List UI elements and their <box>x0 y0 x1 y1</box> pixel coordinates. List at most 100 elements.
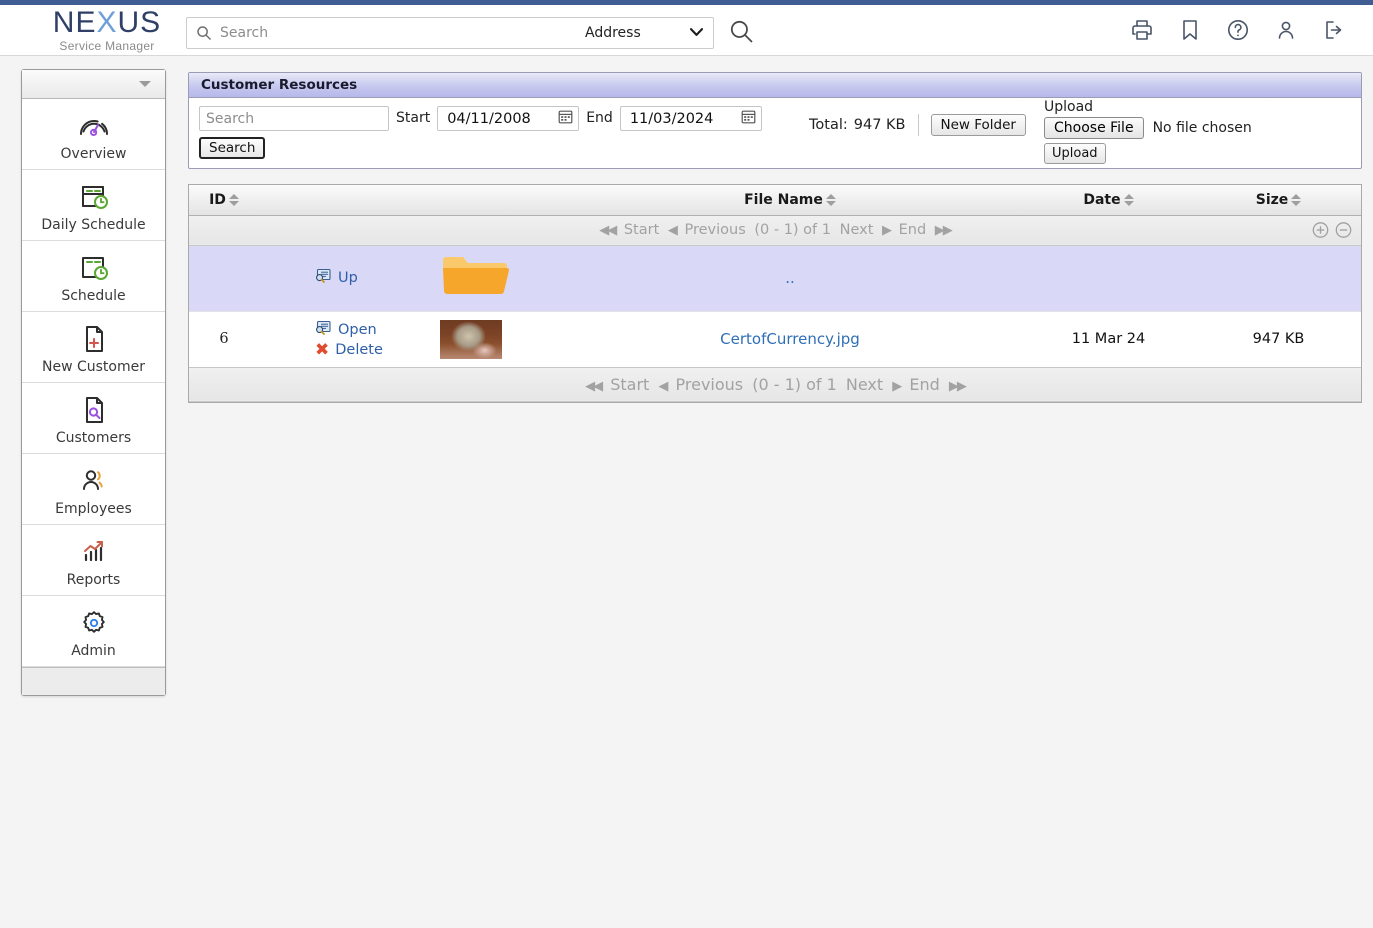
file-input-row[interactable]: Choose File No file chosen <box>1044 117 1252 139</box>
search-input[interactable] <box>218 19 559 47</box>
delete-x-icon: ✖ <box>315 339 330 360</box>
search-submit-button[interactable] <box>726 18 756 48</box>
sidebar-item-daily-schedule[interactable]: Daily Schedule <box>22 170 165 241</box>
people-icon <box>77 464 111 498</box>
sidebar-collapse-toggle[interactable] <box>22 70 165 99</box>
cell-date <box>1021 245 1196 311</box>
file-name-link[interactable]: CertofCurrency.jpg <box>720 330 860 348</box>
cell-thumbnail[interactable] <box>439 311 559 368</box>
global-search-bar[interactable]: Address <box>186 17 714 49</box>
logo-tagline: Service Manager <box>59 39 155 53</box>
first-page-icon[interactable]: ◀◀ <box>599 223 617 238</box>
zoom-in-icon[interactable] <box>1312 222 1329 239</box>
pager-start-link[interactable]: Start <box>624 222 659 238</box>
column-header-size[interactable]: Size <box>1196 185 1361 216</box>
next-icon[interactable]: ▶ <box>882 223 892 238</box>
document-plus-icon <box>78 322 110 356</box>
previous-icon[interactable]: ◀ <box>668 223 678 238</box>
calendar-clock-icon <box>77 180 111 214</box>
search-scope-select[interactable]: Address <box>559 19 709 47</box>
app-header: NEXUS Service Manager Address <box>0 5 1373 56</box>
sidebar-item-admin[interactable]: Admin <box>22 596 165 667</box>
new-folder-button[interactable]: New Folder <box>930 114 1026 136</box>
up-link-label: Up <box>338 270 358 286</box>
sort-arrows-icon[interactable] <box>228 193 239 206</box>
sidebar-nav: Overview Daily Schedule Schedule New Cus… <box>21 69 166 696</box>
sidebar-item-label: Customers <box>55 430 132 446</box>
gauge-icon <box>77 109 111 143</box>
logo-text-x: X <box>96 6 118 39</box>
user-icon[interactable] <box>1273 17 1299 43</box>
total-value: 947 KB <box>853 117 906 133</box>
chart-trend-icon <box>77 535 111 569</box>
last-page-icon[interactable]: ▶▶ <box>949 379 967 394</box>
start-date-input[interactable] <box>445 109 559 128</box>
pager-next-link[interactable]: Next <box>840 222 874 238</box>
document-search-icon <box>78 393 110 427</box>
choose-file-button[interactable]: Choose File <box>1044 117 1144 139</box>
sidebar-item-label: Employees <box>55 501 132 517</box>
column-header-date[interactable]: Date <box>1021 185 1196 216</box>
column-header-id[interactable]: ID <box>189 185 259 216</box>
pagination-top: ◀◀ Start ◀ Previous (0 - 1) of 1 Next ▶ … <box>189 214 1361 246</box>
calendar-icon[interactable] <box>558 109 573 128</box>
open-link[interactable]: Open <box>315 320 438 340</box>
next-icon[interactable]: ▶ <box>892 379 902 394</box>
pager-previous-link[interactable]: Previous <box>684 222 745 238</box>
search-scope-wrap[interactable]: Address <box>559 19 713 47</box>
end-date-label: End <box>586 110 613 126</box>
logout-icon[interactable] <box>1321 17 1347 43</box>
column-header-file-name[interactable]: File Name <box>559 185 1021 216</box>
sidebar-item-schedule[interactable]: Schedule <box>22 241 165 312</box>
cell-file-name[interactable]: CertofCurrency.jpg <box>559 311 1021 368</box>
table-row-up[interactable]: Up .. <box>189 245 1361 311</box>
header-action-icons <box>1129 17 1347 43</box>
last-page-icon[interactable]: ▶▶ <box>935 223 953 238</box>
resource-search-input[interactable] <box>199 106 389 131</box>
pager-range: (0 - 1) of 1 <box>754 222 831 238</box>
pager-start-link[interactable]: Start <box>610 375 649 394</box>
cell-id: 6 <box>189 311 259 368</box>
pager-previous-link[interactable]: Previous <box>676 375 744 394</box>
table-row[interactable]: 6 Open ✖ Delete CertofCurrency.jpg 11 Ma… <box>189 311 1361 368</box>
previous-icon[interactable]: ◀ <box>658 379 668 394</box>
print-icon[interactable] <box>1129 17 1155 43</box>
first-page-icon[interactable]: ◀◀ <box>585 379 603 394</box>
row-size-controls <box>1312 222 1352 239</box>
sidebar-item-customers[interactable]: Customers <box>22 383 165 454</box>
divider <box>917 114 919 136</box>
app-window: NEXUS Service Manager Address <box>0 0 1373 928</box>
sort-arrows-icon[interactable] <box>1123 193 1134 206</box>
up-link[interactable]: Up <box>315 268 438 288</box>
bookmark-icon[interactable] <box>1177 17 1203 43</box>
help-icon[interactable] <box>1225 17 1251 43</box>
pager-range: (0 - 1) of 1 <box>752 374 837 394</box>
pager-next-link[interactable]: Next <box>846 375 883 394</box>
start-date-field[interactable] <box>437 106 580 131</box>
end-date-field[interactable] <box>619 106 762 131</box>
calendar-clock-icon <box>77 251 111 285</box>
file-thumbnail-image[interactable] <box>440 319 502 359</box>
column-header-actions <box>259 185 439 216</box>
sidebar-item-label: Overview <box>60 146 127 162</box>
chosen-file-name: No file chosen <box>1152 120 1252 136</box>
cell-size <box>1196 245 1361 311</box>
pager-end-link[interactable]: End <box>909 375 939 394</box>
sidebar-item-overview[interactable]: Overview <box>22 99 165 170</box>
app-logo[interactable]: NEXUS Service Manager <box>22 6 192 53</box>
pager-end-link[interactable]: End <box>899 222 927 238</box>
delete-link[interactable]: ✖ Delete <box>315 339 438 360</box>
parent-directory-link[interactable]: .. <box>785 269 795 287</box>
search-button[interactable]: Search <box>199 137 266 159</box>
end-date-input[interactable] <box>627 109 741 128</box>
sidebar-item-reports[interactable]: Reports <box>22 525 165 596</box>
calendar-icon[interactable] <box>741 109 756 128</box>
sidebar-item-new-customer[interactable]: New Customer <box>22 312 165 383</box>
sort-arrows-icon[interactable] <box>1291 193 1302 206</box>
cell-file-name[interactable]: .. <box>559 245 1021 311</box>
sidebar-item-employees[interactable]: Employees <box>22 454 165 525</box>
sort-arrows-icon[interactable] <box>825 193 836 206</box>
zoom-out-icon[interactable] <box>1335 222 1352 239</box>
cell-date: 11 Mar 24 <box>1021 311 1196 368</box>
upload-button[interactable]: Upload <box>1044 143 1106 164</box>
